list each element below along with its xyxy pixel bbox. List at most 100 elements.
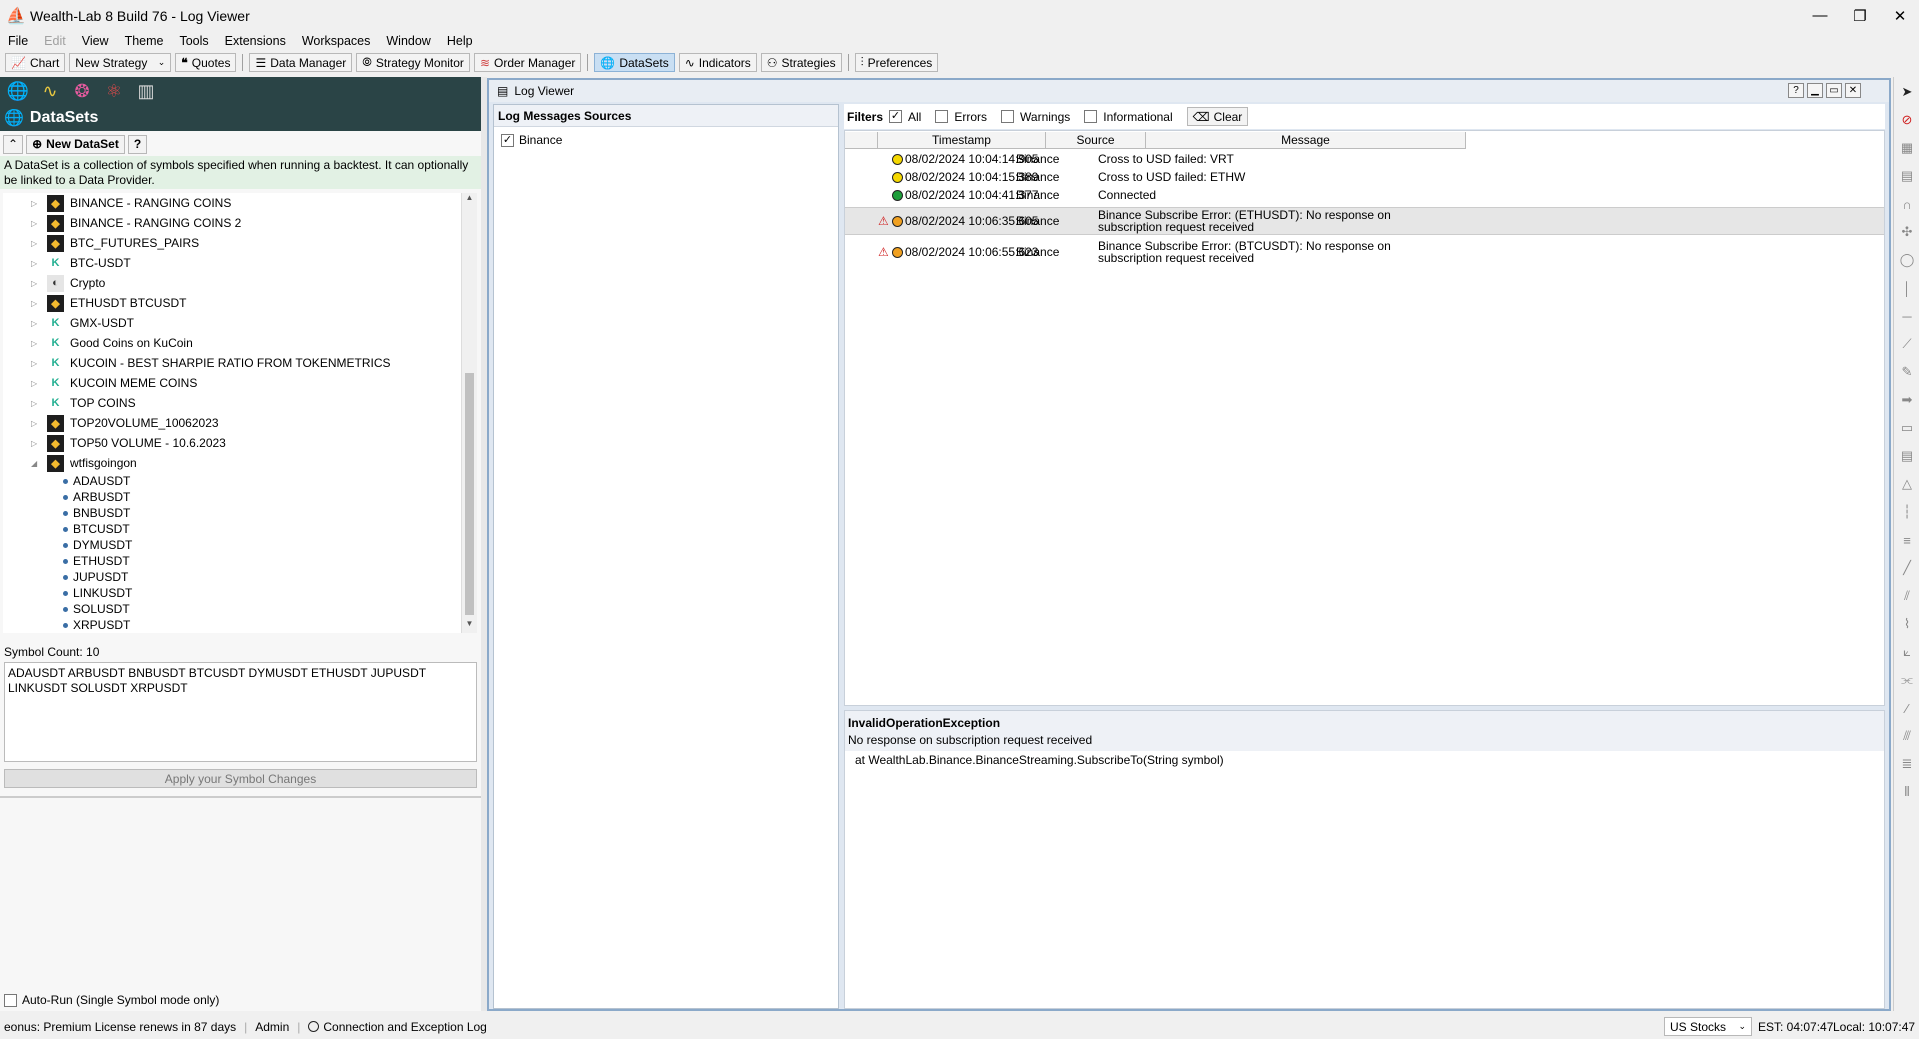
symbols-textarea[interactable]: ADAUSDT ARBUSDT BNBUSDT BTCUSDT DYMUSDT … (4, 662, 477, 762)
menu-workspaces[interactable]: Workspaces (294, 34, 379, 48)
menu-help[interactable]: Help (439, 34, 481, 48)
menu-theme[interactable]: Theme (117, 34, 172, 48)
log-row[interactable]: 08/02/2024 10:04:14:905 Binance Cross to U… (845, 150, 1884, 168)
filter-informational-checkbox[interactable] (1084, 110, 1098, 123)
dataset-item[interactable]: ▷ K KUCOIN - BEST SHARPIE RATIO FROM TOKEN… (3, 353, 390, 373)
connection-log-link[interactable]: Connection and Exception Log (323, 1020, 486, 1034)
dataset-item[interactable]: ▷ ◆ TOP50 VOLUME - 10.6.2023 (3, 433, 226, 453)
symbol-item[interactable]: XRPUSDT (63, 617, 130, 633)
expand-arrow-icon[interactable]: ▷ (31, 219, 41, 228)
order-manager-button[interactable]: ≋ Order Manager (473, 53, 582, 72)
cursor-icon[interactable]: ➤ (1898, 83, 1916, 101)
minimize-icon[interactable]: ▁ (1807, 83, 1823, 98)
expand-arrow-icon[interactable]: ▷ (31, 439, 41, 448)
expand-arrow-icon[interactable]: ▷ (31, 399, 41, 408)
expand-arrow-icon[interactable]: ▷ (31, 319, 41, 328)
help-button[interactable]: ? (1788, 83, 1804, 98)
quotes-button[interactable]: ❝ Quotes (175, 53, 237, 72)
expand-arrow-icon[interactable]: ▷ (31, 199, 41, 208)
dataset-item[interactable]: ▷ ◆ TOP20VOLUME_10062023 (3, 413, 219, 433)
menu-tools[interactable]: Tools (171, 34, 216, 48)
new-dataset-button[interactable]: ⊕ New DataSet (26, 134, 125, 154)
symbol-item[interactable]: DYMUSDT (63, 537, 132, 553)
dataset-item[interactable]: ▷ K Good Coins on KuCoin (3, 333, 193, 353)
dataset-item[interactable]: ▷ ◆ ETHUSDT BTCUSDT (3, 293, 186, 313)
scroll-thumb[interactable] (465, 373, 474, 615)
dataset-item[interactable]: ▷ ◆ BINANCE - RANGING COINS (3, 193, 231, 213)
expand-arrow-icon[interactable]: ▷ (31, 419, 41, 428)
triangle-icon[interactable]: △ (1898, 475, 1916, 493)
retrace-icon[interactable]: ≣ (1898, 755, 1916, 773)
line-icon[interactable]: ╱ (1898, 559, 1916, 577)
strategies-button[interactable]: ⚇ Strategies (760, 53, 842, 72)
dataset-item[interactable]: ◢ ◆ wtfisgoingon (3, 453, 137, 473)
collapse-all-button[interactable]: ⌃ (3, 134, 24, 154)
strategy-monitor-button[interactable]: ⦾ Strategy Monitor (356, 53, 470, 72)
expand-arrow-icon[interactable]: ▷ (31, 299, 41, 308)
help-button[interactable]: ? (127, 134, 148, 154)
filter-errors-checkbox[interactable] (935, 110, 949, 123)
log-row[interactable]: 08/02/2024 10:04:15:389 Binance Cross to U… (845, 168, 1884, 186)
brain-icon[interactable]: ❂ (72, 81, 92, 101)
expand-arrow-icon[interactable]: ▷ (31, 279, 41, 288)
no-entry-icon[interactable]: ⊘ (1898, 111, 1916, 129)
rectangle-icon[interactable]: ▭ (1898, 419, 1916, 437)
symbol-item[interactable]: LINKUSDT (63, 585, 132, 601)
speed-icon[interactable]: ∕ (1898, 699, 1916, 717)
magnet-icon[interactable]: ∩ (1898, 195, 1916, 213)
trendline-icon[interactable]: ⟋ (1898, 335, 1916, 353)
datasets-button[interactable]: 🌐 DataSets (594, 53, 675, 72)
scroll-down-icon[interactable]: ▼ (462, 619, 477, 633)
horizontal-line-icon[interactable]: ─ (1898, 307, 1916, 325)
column-header-message[interactable]: Message (1146, 132, 1466, 149)
crosshair-icon[interactable]: ✣ (1898, 223, 1916, 241)
market-select[interactable]: US Stocks ⌄ (1664, 1017, 1752, 1036)
channel-icon[interactable]: ⫽ (1898, 587, 1916, 605)
filter-warnings-checkbox[interactable] (1001, 110, 1015, 123)
dataset-item[interactable]: ▷ K TOP COINS (3, 393, 136, 413)
source-item-binance[interactable]: ✓ Binance (494, 127, 838, 147)
dataset-item[interactable]: ▷ K GMX-USDT (3, 313, 134, 333)
fan-icon[interactable]: ⫘ (1898, 671, 1916, 689)
dataset-item[interactable]: ▷ K BTC-USDT (3, 253, 131, 273)
grid-icon[interactable]: ▦ (1898, 139, 1916, 157)
new-strategy-dropdown[interactable]: New Strategy ⌄ (69, 53, 172, 72)
timezone-icon[interactable]: ⦀ (1898, 783, 1916, 801)
maximize-icon[interactable]: ▭ (1826, 83, 1842, 98)
chart-button[interactable]: 📈 Chart (5, 53, 66, 72)
datasets-tree[interactable]: ▷ ◆ BINANCE - RANGING COINS ▷ ◆ BINANCE - RAN… (3, 193, 477, 633)
symbol-item[interactable]: BNBUSDT (63, 505, 130, 521)
source-checkbox[interactable]: ✓ (501, 133, 514, 147)
wave-icon[interactable]: ∿ (40, 81, 60, 101)
symbol-item[interactable]: ADAUSDT (63, 473, 130, 489)
expand-arrow-icon[interactable]: ▷ (31, 359, 41, 368)
close-button[interactable]: ✕ (1877, 0, 1919, 31)
menu-view[interactable]: View (74, 34, 117, 48)
symbol-item[interactable]: BTCUSDT (63, 521, 130, 537)
preferences-button[interactable]: ⫶ Preferences (854, 53, 939, 72)
symbol-item[interactable]: ARBUSDT (63, 489, 130, 505)
pattern-icon[interactable]: ⌇ (1898, 615, 1916, 633)
expand-arrow-icon[interactable]: ▷ (31, 339, 41, 348)
dataset-item[interactable]: ▷ ◆ BTC_FUTURES_PAIRS (3, 233, 199, 253)
data-manager-button[interactable]: ☰ Data Manager (249, 53, 353, 72)
close-icon[interactable]: ✕ (1845, 83, 1861, 98)
dataset-item[interactable]: ▷ ◆ BINANCE - RANGING COINS 2 (3, 213, 241, 233)
filter-all-checkbox[interactable]: ✓ (889, 110, 903, 123)
log-row[interactable]: ⚠ 08/02/2024 10:06:55:623 Binance Binance S… (845, 238, 1884, 266)
molecule-icon[interactable]: ⚛ (104, 81, 124, 101)
tree-scrollbar[interactable]: ▲ ▼ (461, 193, 477, 633)
vline-icon[interactable]: ┆ (1898, 503, 1916, 521)
indicators-button[interactable]: ∿ Indicators (678, 53, 757, 72)
menu-edit[interactable]: Edit (36, 34, 74, 48)
clear-button[interactable]: ⌫ Clear (1186, 107, 1249, 126)
expand-arrow-icon[interactable]: ▷ (31, 239, 41, 248)
expand-arrow-icon[interactable]: ▷ (31, 259, 41, 268)
symbol-item[interactable]: SOLUSDT (63, 601, 130, 617)
menu-window[interactable]: Window (378, 34, 438, 48)
dataset-item[interactable]: ▷ K KUCOIN MEME COINS (3, 373, 197, 393)
text-icon[interactable]: ▤ (1898, 447, 1916, 465)
expand-arrow-icon[interactable]: ▷ (31, 379, 41, 388)
autorun-option[interactable]: Auto-Run (Single Symbol mode only) (4, 993, 219, 1007)
pencil-icon[interactable]: ✎ (1898, 363, 1916, 381)
